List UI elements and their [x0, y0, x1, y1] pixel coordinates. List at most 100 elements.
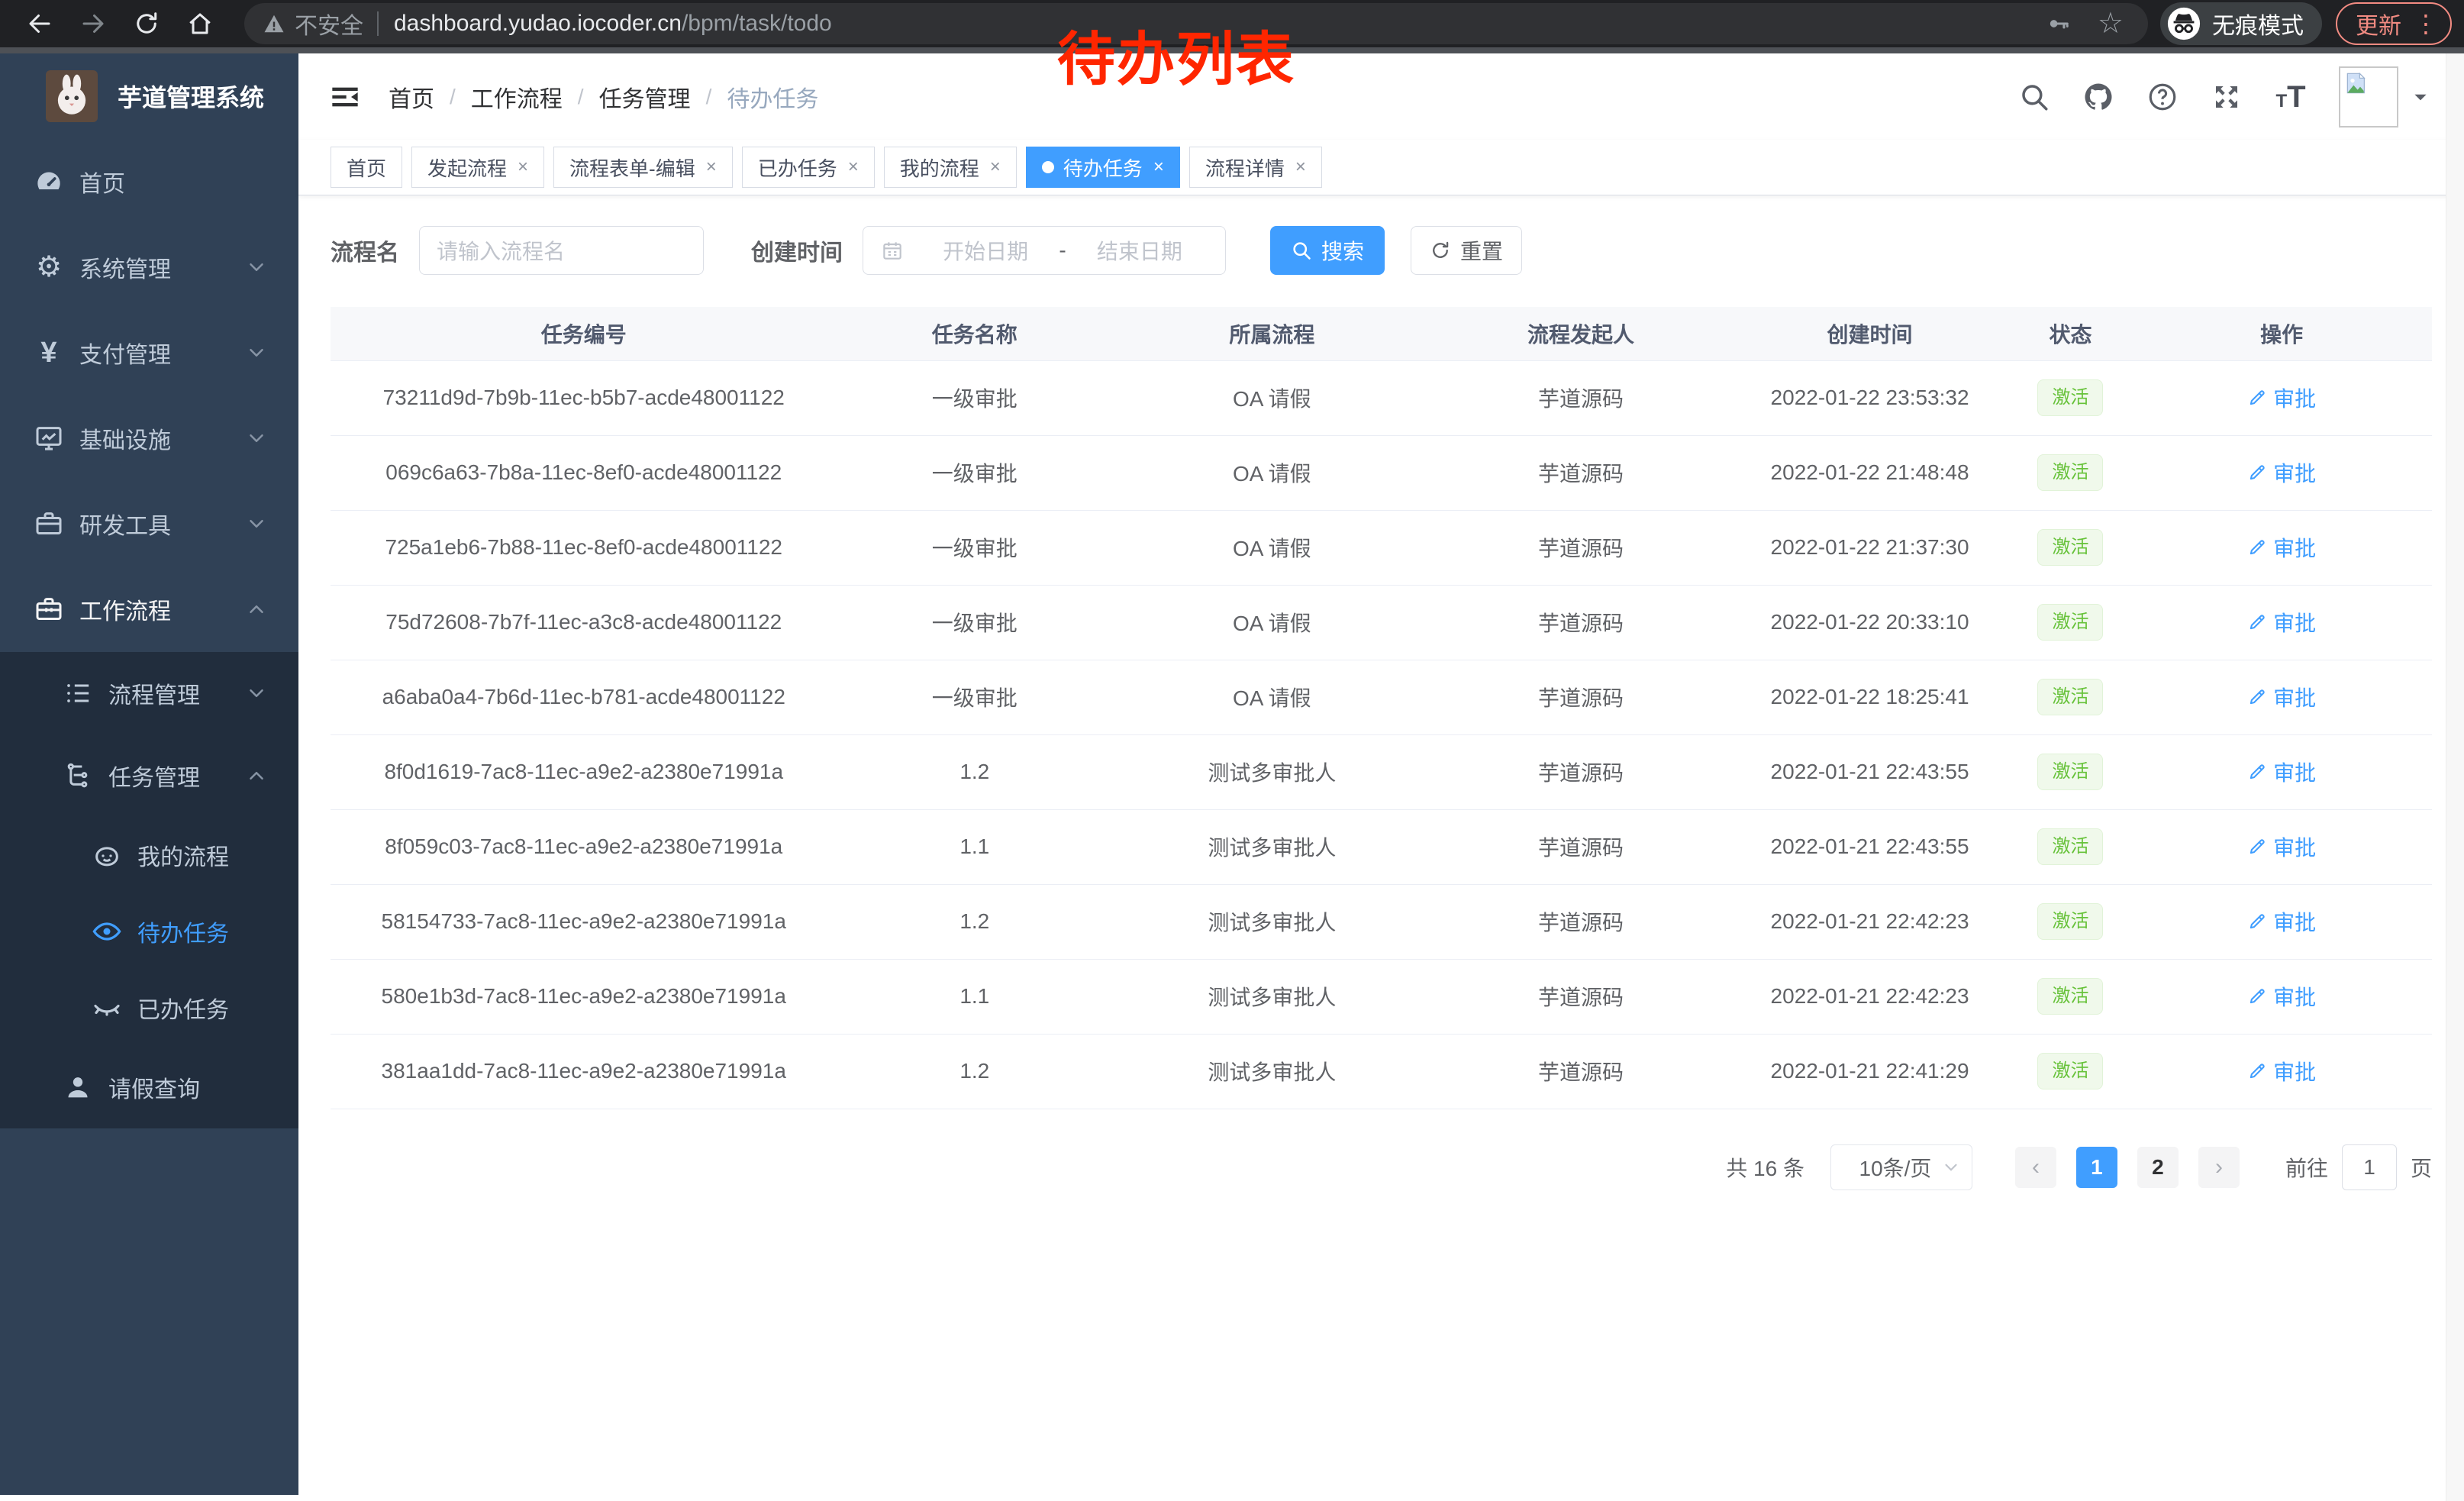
update-button[interactable]: 更新 ⋮ [2336, 2, 2452, 45]
avatar-dropdown-icon[interactable] [2411, 87, 2430, 107]
sidebar-item-my-process[interactable]: 我的流程 [0, 817, 298, 893]
status-badge: 激活 [2037, 529, 2103, 566]
sidebar-item-infra[interactable]: 基础设施 [0, 395, 298, 481]
cell-task-name: 1.1 [837, 959, 1112, 1034]
search-icon[interactable] [2018, 81, 2050, 113]
font-size-icon[interactable]: TT [2275, 81, 2307, 113]
cell-process: 测试多审批人 [1112, 959, 1431, 1034]
back-icon[interactable] [23, 7, 56, 40]
breadcrumb: 首页 / 工作流程 / 任务管理 / 待办任务 [389, 80, 818, 114]
page-button-1[interactable]: 1 [2076, 1147, 2117, 1188]
approve-link[interactable]: 审批 [2247, 607, 2316, 638]
help-icon[interactable] [2146, 81, 2179, 113]
search-button[interactable]: 搜索 [1270, 226, 1385, 275]
cell-status: 激活 [2010, 1034, 2132, 1109]
tab-start-process[interactable]: 发起流程× [411, 147, 544, 188]
table-row: 069c6a63-7b8a-11ec-8ef0-acde48001122一级审批… [331, 435, 2432, 510]
sidebar-item-leave-query[interactable]: 请假查询 [0, 1046, 298, 1128]
cell-status: 激活 [2010, 809, 2132, 884]
approve-link[interactable]: 审批 [2247, 682, 2316, 712]
tab-my-process[interactable]: 我的流程× [884, 147, 1017, 188]
page-suffix: 页 [2411, 1152, 2432, 1183]
sidebar-item-todo-task[interactable]: 待办任务 [0, 893, 298, 970]
reload-icon[interactable] [130, 7, 163, 40]
close-icon[interactable]: × [1295, 158, 1306, 176]
status-badge: 激活 [2037, 1053, 2103, 1089]
github-icon[interactable] [2082, 81, 2114, 113]
tab-label: 首页 [347, 153, 386, 182]
approve-link[interactable]: 审批 [2247, 906, 2316, 937]
security-label[interactable]: 不安全 [295, 7, 363, 40]
cell-status: 激活 [2010, 585, 2132, 660]
breadcrumb-task-mgmt[interactable]: 任务管理 [599, 80, 691, 114]
close-icon[interactable]: × [518, 158, 528, 176]
forward-icon[interactable] [76, 7, 110, 40]
process-name-input[interactable]: 请输入流程名 [419, 226, 704, 275]
reset-button-label: 重置 [1460, 235, 1503, 266]
goto-page-input[interactable]: 1 [2342, 1144, 2397, 1190]
sidebar-item-home[interactable]: 首页 [0, 139, 298, 224]
sidebar-item-system[interactable]: ⚙系统管理 [0, 224, 298, 310]
cell-action: 审批 [2131, 360, 2432, 435]
cell-initiator: 芋道源码 [1432, 959, 1730, 1034]
approve-link[interactable]: 审批 [2247, 831, 2316, 862]
approve-link[interactable]: 审批 [2247, 457, 2316, 488]
robot-icon [90, 838, 124, 872]
cell-process: OA 请假 [1112, 660, 1431, 734]
approve-link[interactable]: 审批 [2247, 383, 2316, 413]
tab-todo-task[interactable]: 待办任务× [1026, 147, 1180, 188]
sidebar-item-task-mgmt[interactable]: 任务管理 [0, 734, 298, 817]
cell-process: 测试多审批人 [1112, 734, 1431, 809]
tab-process-detail[interactable]: 流程详情× [1189, 147, 1322, 188]
collapse-sidebar-icon[interactable] [327, 82, 363, 112]
sidebar-item-done-task[interactable]: 已办任务 [0, 970, 298, 1046]
edit-pen-icon [2247, 912, 2267, 931]
prev-page-button[interactable]: ‹ [2015, 1147, 2056, 1188]
sidebar-item-process-mgmt[interactable]: 流程管理 [0, 652, 298, 734]
page-button-2[interactable]: 2 [2137, 1147, 2179, 1188]
cell-created: 2022-01-22 20:33:10 [1730, 585, 2009, 660]
avatar[interactable] [2339, 66, 2398, 128]
close-icon[interactable]: × [848, 158, 859, 176]
next-page-button[interactable]: › [2198, 1147, 2240, 1188]
breadcrumb-workflow[interactable]: 工作流程 [471, 80, 563, 114]
column-header-initiator: 流程发起人 [1432, 307, 1730, 360]
sidebar-item-payment[interactable]: ¥支付管理 [0, 310, 298, 395]
breadcrumb-separator: / [706, 85, 712, 109]
close-icon[interactable]: × [706, 158, 717, 176]
table-row: 58154733-7ac8-11ec-a9e2-a2380e71991a1.2测… [331, 884, 2432, 959]
cell-created: 2022-01-22 18:25:41 [1730, 660, 2009, 734]
status-badge: 激活 [2037, 604, 2103, 641]
chevron-down-icon [245, 341, 268, 364]
fullscreen-icon[interactable] [2211, 81, 2243, 113]
cell-created: 2022-01-22 21:37:30 [1730, 510, 2009, 585]
tab-home[interactable]: 首页 [331, 147, 402, 188]
approve-link[interactable]: 审批 [2247, 757, 2316, 787]
reset-button[interactable]: 重置 [1411, 226, 1522, 275]
tab-form-edit[interactable]: 流程表单-编辑× [553, 147, 733, 188]
cell-task-id: 73211d9d-7b9b-11ec-b5b7-acde48001122 [331, 360, 837, 435]
status-badge: 激活 [2037, 754, 2103, 790]
cell-task-id: 8f059c03-7ac8-11ec-a9e2-a2380e71991a [331, 809, 837, 884]
breadcrumb-home[interactable]: 首页 [389, 80, 434, 114]
approve-link[interactable]: 审批 [2247, 532, 2316, 563]
approve-link[interactable]: 审批 [2247, 1056, 2316, 1086]
date-range-input[interactable]: 开始日期 - 结束日期 [863, 226, 1226, 275]
tab-done-task[interactable]: 已办任务× [742, 147, 875, 188]
close-icon[interactable]: × [1153, 158, 1164, 176]
sidebar-item-label: 工作流程 [79, 592, 171, 626]
gear-icon: ⚙ [32, 250, 66, 284]
page-size-select[interactable]: 10条/页 [1830, 1144, 1972, 1190]
browser-menu-icon[interactable]: ⋮ [2414, 9, 2438, 38]
close-icon[interactable]: × [990, 158, 1001, 176]
sidebar-item-label: 研发工具 [79, 507, 171, 541]
approve-link[interactable]: 审批 [2247, 981, 2316, 1012]
sidebar-item-workflow[interactable]: 工作流程 [0, 567, 298, 652]
scrollbar[interactable] [2446, 53, 2464, 1501]
bookmark-star-icon[interactable]: ☆ [2098, 9, 2124, 38]
logo[interactable]: 芋道管理系统 [0, 53, 298, 139]
cell-task-id: 580e1b3d-7ac8-11ec-a9e2-a2380e71991a [331, 959, 837, 1034]
sidebar-item-devtools[interactable]: 研发工具 [0, 481, 298, 567]
home-icon[interactable] [183, 7, 217, 40]
key-icon[interactable] [2046, 11, 2072, 37]
